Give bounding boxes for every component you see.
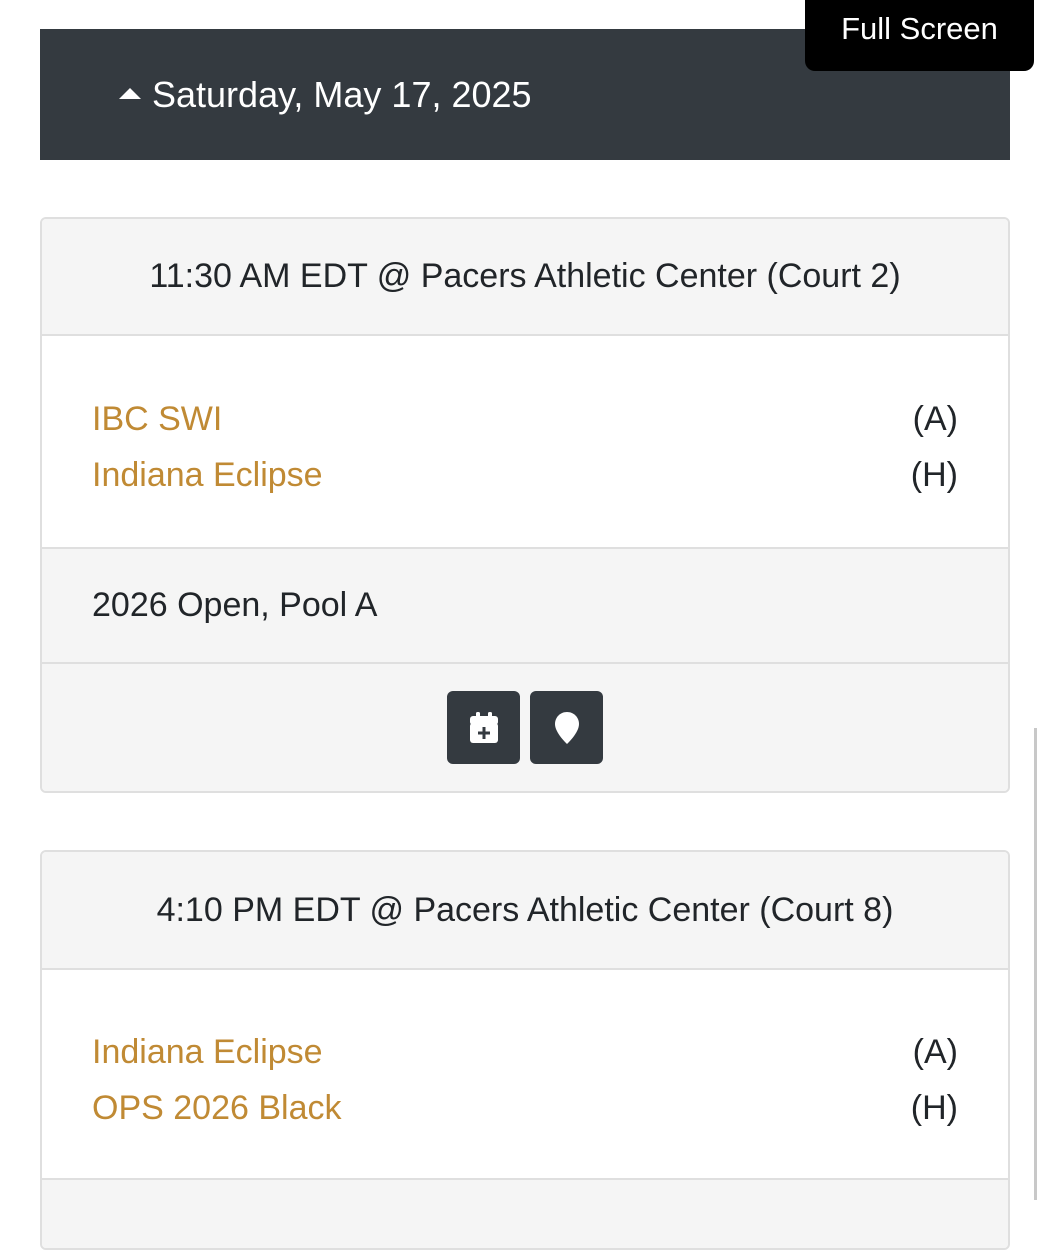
teams-list: Indiana Eclipse (A) OPS 2026 Black (H) xyxy=(42,970,1008,1178)
team-row: Indiana Eclipse (A) xyxy=(92,1024,958,1080)
team-side-label: (A) xyxy=(912,1032,958,1071)
team-link[interactable]: Indiana Eclipse xyxy=(92,456,323,495)
date-label: Saturday, May 17, 2025 xyxy=(152,74,532,115)
game-card: 4:10 PM EDT @ Pacers Athletic Center (Co… xyxy=(40,850,1010,1250)
game-time-location: 4:10 PM EDT @ Pacers Athletic Center (Co… xyxy=(42,852,1008,970)
full-screen-button[interactable]: Full Screen xyxy=(805,0,1034,71)
team-link[interactable]: Indiana Eclipse xyxy=(92,1033,323,1072)
game-time-location: 11:30 AM EDT @ Pacers Athletic Center (C… xyxy=(42,219,1008,336)
team-link[interactable]: OPS 2026 Black xyxy=(92,1089,341,1128)
team-side-label: (H) xyxy=(910,1088,958,1127)
teams-list: IBC SWI (A) Indiana Eclipse (H) xyxy=(42,336,1008,547)
division-pool xyxy=(42,1178,1008,1248)
game-actions xyxy=(42,664,1008,791)
map-marker-icon xyxy=(554,711,579,744)
directions-button[interactable] xyxy=(530,691,603,764)
division-pool: 2026 Open, Pool A xyxy=(42,547,1008,664)
team-link[interactable]: IBC SWI xyxy=(92,400,222,439)
add-to-calendar-button[interactable] xyxy=(447,691,520,764)
team-row: OPS 2026 Black (H) xyxy=(92,1080,958,1136)
team-row: Indiana Eclipse (H) xyxy=(92,447,958,503)
division-label: 2026 Open, Pool A xyxy=(92,586,378,624)
caret-up-icon xyxy=(119,88,141,99)
game-card: 11:30 AM EDT @ Pacers Athletic Center (C… xyxy=(40,217,1010,793)
team-side-label: (H) xyxy=(910,455,958,494)
team-side-label: (A) xyxy=(912,399,958,438)
calendar-plus-icon xyxy=(469,711,498,743)
team-row: IBC SWI (A) xyxy=(92,391,958,447)
